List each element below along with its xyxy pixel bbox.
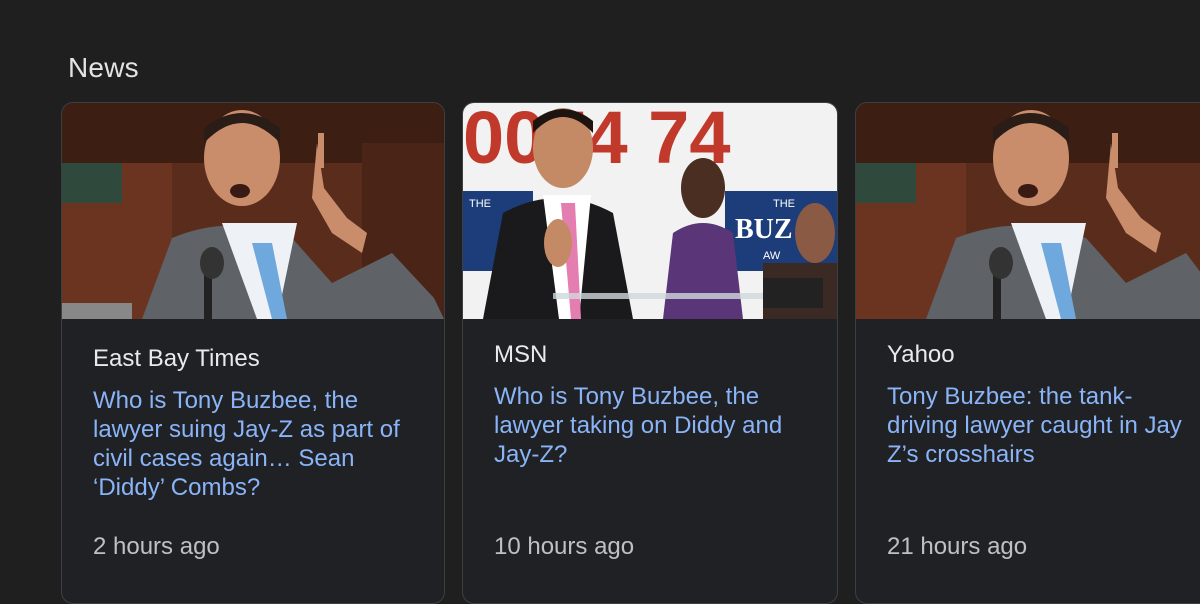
news-source: Yahoo: [887, 341, 955, 368]
news-card[interactable]: East Bay Times Who is Tony Buzbee, the l…: [61, 102, 445, 604]
sign-right-law-text: AW: [763, 250, 781, 262]
news-card[interactable]: Yahoo Tony Buzbee: the tank-driving lawy…: [855, 102, 1200, 604]
news-headline[interactable]: Who is Tony Buzbee, the lawyer suing Jay…: [93, 386, 423, 502]
news-thumbnail[interactable]: 0074 74 THE THE BUZ AW: [463, 103, 837, 319]
news-source: East Bay Times: [93, 345, 260, 372]
news-headline[interactable]: Who is Tony Buzbee, the lawyer taking on…: [494, 382, 814, 469]
news-card[interactable]: 0074 74 THE THE BUZ AW MSN Who is Tony B…: [462, 102, 838, 604]
news-time: 21 hours ago: [887, 533, 1028, 560]
news-time: 10 hours ago: [494, 533, 635, 560]
news-time: 2 hours ago: [93, 533, 220, 560]
news-thumbnail[interactable]: [62, 103, 444, 319]
sign-left-text: THE: [469, 198, 491, 210]
news-thumbnail[interactable]: [856, 103, 1200, 319]
news-headline[interactable]: Tony Buzbee: the tank-driving lawyer cau…: [887, 382, 1197, 469]
sign-right-text: BUZ: [735, 214, 793, 245]
news-carousel: East Bay Times Who is Tony Buzbee, the l…: [0, 0, 1200, 604]
sign-right-sub-text: THE: [773, 198, 795, 210]
news-source: MSN: [494, 341, 548, 368]
